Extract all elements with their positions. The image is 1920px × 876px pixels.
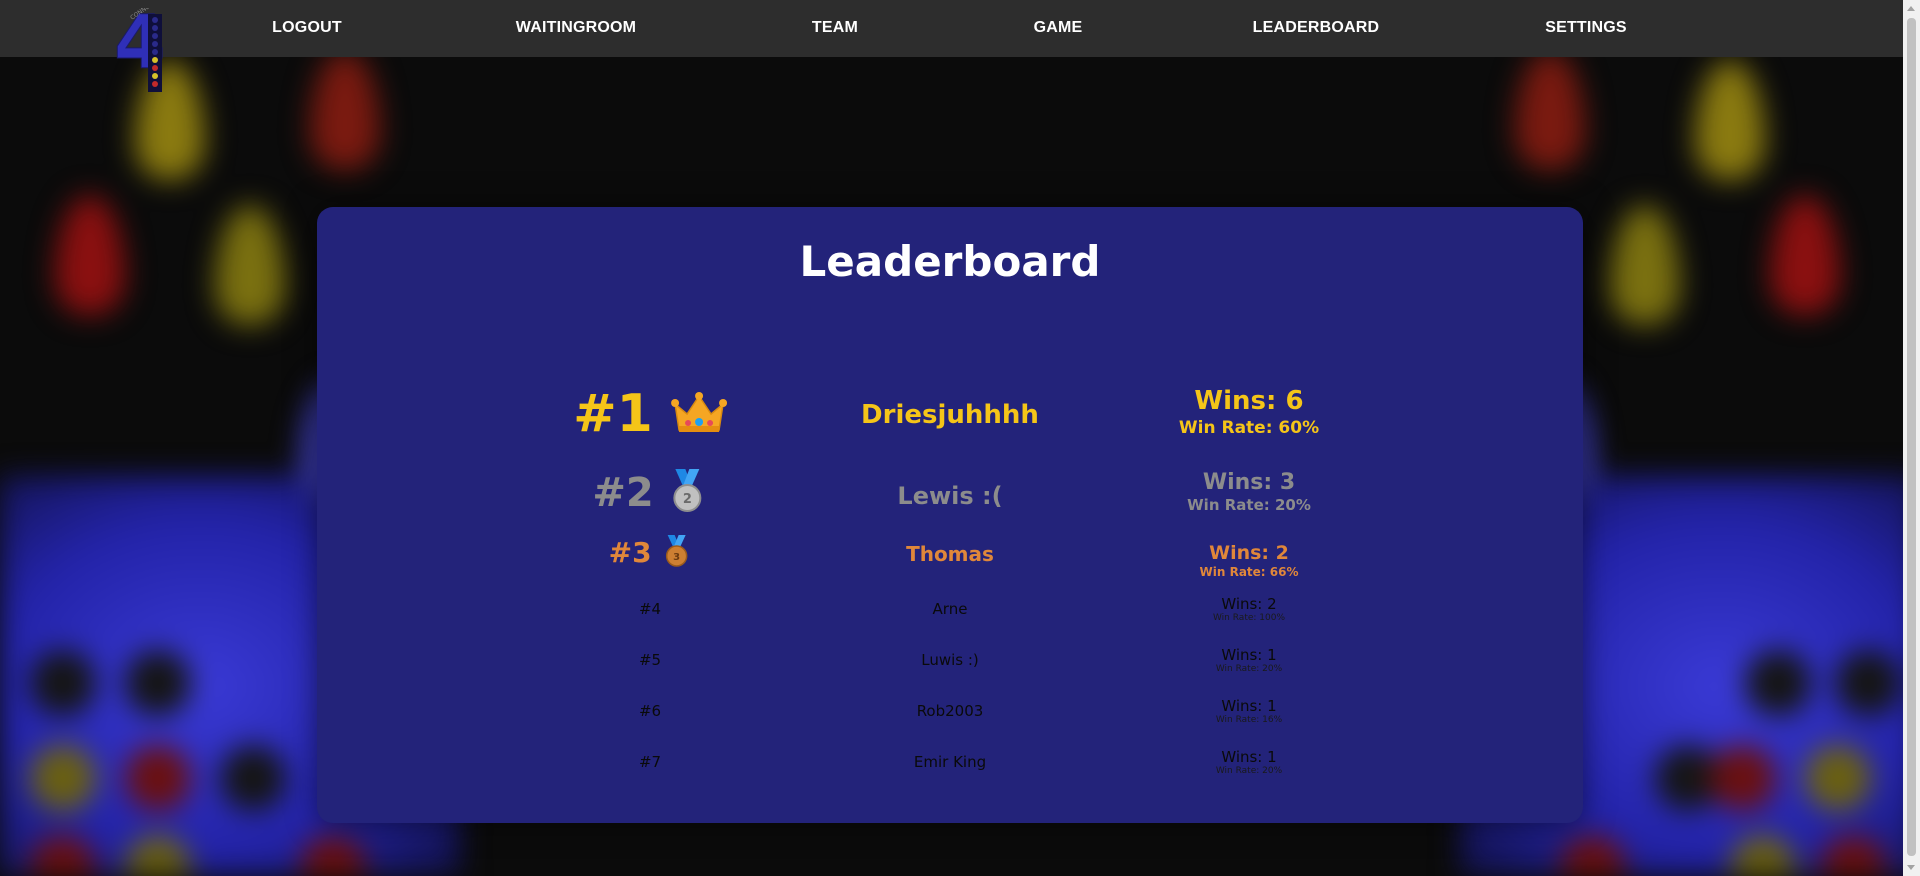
win-rate-label: Win Rate: 100%	[1212, 613, 1286, 623]
win-rate-label: Win Rate: 16%	[1215, 715, 1283, 725]
scroll-down-arrow-icon[interactable]	[1907, 865, 1915, 870]
page-title: Leaderboard	[799, 237, 1101, 286]
page-scrollbar[interactable]	[1903, 0, 1920, 876]
rank-label: #7	[638, 753, 662, 771]
win-rate-label: Win Rate: 66%	[1199, 565, 1299, 579]
rank-cell: #2 2	[592, 469, 707, 517]
win-rate-label: Win Rate: 20%	[1215, 766, 1283, 776]
stats-cell: Wins: 6 Win Rate: 60%	[1179, 386, 1319, 438]
top-navbar: 4 CONNECT LOGOUT WAITINGROOM TEAM GAME L…	[0, 0, 1903, 92]
stats-cell: Wins: 1 Win Rate: 20%	[1216, 645, 1282, 674]
nav-logout[interactable]: LOGOUT	[272, 19, 342, 37]
player-name: Lewis :(	[897, 482, 1003, 510]
rank-label: #2	[592, 470, 654, 516]
nav-team[interactable]: TEAM	[812, 19, 858, 37]
nav-waitingroom[interactable]: WAITINGROOM	[516, 19, 636, 37]
stats-cell: Wins: 2 Win Rate: 100%	[1213, 594, 1285, 623]
rank-label: #3	[608, 536, 652, 569]
player-name: Driesjuhhhh	[861, 400, 1039, 430]
rank-label: #1	[573, 384, 653, 444]
player-name: Arne	[932, 600, 968, 618]
silver-medal-icon: 2	[673, 469, 702, 512]
win-rate-label: Win Rate: 20%	[1187, 496, 1311, 514]
wins-label: Wins: 1	[1221, 646, 1277, 664]
nav-game[interactable]: GAME	[1034, 19, 1083, 37]
nav-leaderboard[interactable]: LEADERBOARD	[1253, 19, 1380, 37]
player-name: Emir King	[913, 753, 987, 771]
wins-label: Wins: 2	[1221, 595, 1277, 613]
rank-label: #5	[638, 651, 662, 669]
rank-label: #4	[638, 600, 662, 618]
player-name: Thomas	[906, 542, 994, 566]
win-rate-label: Win Rate: 60%	[1178, 418, 1320, 438]
stats-cell: Wins: 2 Win Rate: 66%	[1200, 542, 1299, 579]
wins-label: Wins: 6	[1194, 386, 1304, 416]
scrollbar-thumb[interactable]	[1907, 18, 1916, 856]
svg-text:2: 2	[683, 492, 692, 507]
connect-four-logo[interactable]: 4 CONNECT	[112, 8, 174, 94]
scroll-up-arrow-icon[interactable]	[1907, 6, 1915, 11]
bronze-medal-icon: 3	[665, 535, 688, 567]
rank-label: #6	[638, 702, 662, 720]
crown-icon	[670, 392, 727, 432]
player-name: Luwis :)	[921, 651, 979, 669]
svg-text:3: 3	[673, 552, 680, 563]
stats-cell: Wins: 1 Win Rate: 16%	[1216, 696, 1282, 725]
stats-cell: Wins: 3 Win Rate: 20%	[1187, 470, 1311, 514]
wins-label: Wins: 1	[1221, 748, 1277, 766]
rank-cell: #1	[573, 384, 727, 444]
wins-label: Wins: 2	[1209, 542, 1289, 564]
stats-cell: Wins: 1 Win Rate: 20%	[1216, 747, 1282, 776]
wins-label: Wins: 3	[1202, 470, 1296, 495]
win-rate-label: Win Rate: 20%	[1215, 664, 1283, 674]
wins-label: Wins: 1	[1221, 697, 1277, 715]
leaderboard-card: Leaderboard #1 Driesjuhhhh Wins: 6 Win R…	[317, 207, 1583, 823]
player-name: Rob2003	[916, 702, 984, 720]
nav-settings[interactable]: SETTINGS	[1545, 19, 1627, 37]
rank-cell: #3 3	[608, 535, 692, 570]
